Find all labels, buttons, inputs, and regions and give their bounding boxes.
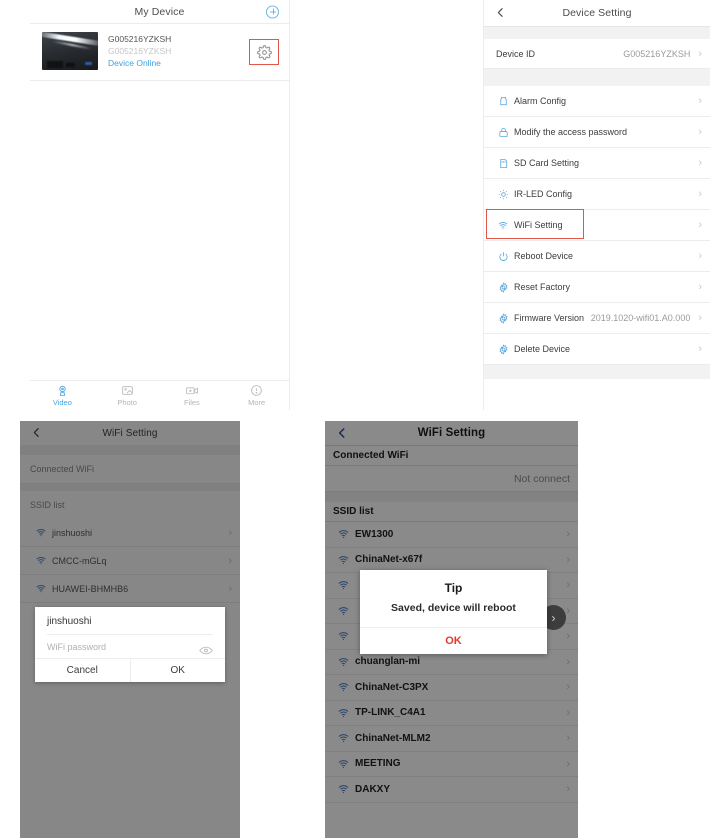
tab-more-label: More [248, 398, 266, 407]
device-id: G005216YZKSH [108, 34, 172, 44]
wifi-password-dialog: jinshuoshi WiFi password Cancel OK [35, 607, 225, 682]
device-settings-button[interactable] [249, 39, 279, 65]
add-device-button[interactable] [266, 5, 279, 18]
panel2-navbar: Device Setting [484, 0, 710, 27]
dialog-title: Tip [444, 581, 463, 595]
row-label: WiFi Setting [514, 220, 563, 230]
chevron-right-icon: › [698, 47, 702, 60]
chevron-right-icon: › [698, 126, 702, 138]
row-label: Firmware Version [514, 313, 585, 323]
cancel-button[interactable]: Cancel [35, 659, 130, 682]
tab-video[interactable]: Video [30, 384, 95, 407]
chevron-right-icon: › [698, 281, 702, 293]
panel-wifi-setting-password: WiFi Setting Connected WiFi SSID list ji… [20, 421, 240, 838]
chevron-right-icon: › [698, 219, 702, 231]
row-device-id[interactable]: Device ID G005216YZKSH › [484, 39, 710, 69]
dialog-buttons: Cancel OK [35, 658, 225, 682]
page-title: My Device [134, 5, 185, 18]
dialog-title: jinshuoshi [47, 616, 92, 627]
tab-photo-label: Photo [117, 398, 137, 407]
gear-icon [492, 343, 514, 355]
device-card[interactable]: G005216YZKSH G005216YZKSH Device Online [30, 24, 289, 81]
chevron-right-icon: › [698, 188, 702, 200]
camera-icon [59, 385, 66, 396]
row-label: Alarm Config [514, 96, 567, 106]
row-reboot-device[interactable]: Reboot Device › [484, 241, 710, 272]
back-button[interactable] [494, 6, 508, 20]
row-reset-factory[interactable]: Reset Factory › [484, 272, 710, 303]
led-light-icon [492, 189, 514, 200]
device-id-value: G005216YZKSH [623, 48, 691, 59]
device-thumbnail [42, 32, 98, 70]
row-alarm-config[interactable]: Alarm Config › [484, 86, 710, 117]
section-gap [484, 365, 710, 379]
tab-more[interactable]: More [224, 384, 289, 407]
device-id-secondary: G005216YZKSH [108, 46, 172, 56]
screenshot-canvas: My Device G005216YZKSH G005216YZKSH Devi… [0, 0, 710, 838]
tab-video-label: Video [52, 398, 72, 407]
chevron-right-icon: › [698, 250, 702, 262]
dialog-message: Saved, device will reboot [391, 602, 516, 614]
device-status: Device Online [108, 58, 161, 68]
alarm-bell-icon [492, 96, 514, 107]
row-label: Delete Device [514, 344, 571, 354]
row-modify-access-password[interactable]: Modify the access password › [484, 117, 710, 148]
eye-icon[interactable] [199, 642, 213, 655]
gear-icon [256, 44, 272, 60]
device-id-label: Device ID [496, 48, 536, 59]
row-label: SD Card Setting [514, 158, 580, 168]
firmware-version-value: 2019.1020-wifi01.A0.000 [590, 313, 691, 323]
panel-wifi-setting-saved: WiFi Setting Connected WiFi Not connect … [325, 421, 578, 838]
tab-files-label: Files [183, 398, 200, 407]
row-firmware-version[interactable]: Firmware Version 2019.1020-wifi01.A0.000… [484, 303, 710, 334]
wifi-password-input[interactable]: WiFi password [47, 634, 213, 658]
ok-button[interactable]: OK [129, 659, 226, 682]
chevron-left-icon [497, 8, 503, 17]
info-icon [251, 385, 262, 396]
gear-icon [492, 281, 514, 293]
row-delete-device[interactable]: Delete Device › [484, 334, 710, 365]
row-ir-led-config[interactable]: IR-LED Config › [484, 179, 710, 210]
ok-button[interactable]: OK [360, 627, 547, 654]
row-wifi-setting[interactable]: WiFi Setting › [484, 209, 710, 241]
tab-photo[interactable]: Photo [95, 384, 160, 407]
chevron-right-icon: › [698, 343, 702, 355]
panel1-navbar: My Device [30, 0, 289, 24]
wifi-icon [492, 220, 514, 231]
section-gap [484, 69, 710, 86]
row-sd-card-setting[interactable]: SD Card Setting › [484, 148, 710, 179]
lock-icon [492, 127, 514, 138]
device-info: G005216YZKSH G005216YZKSH Device Online [108, 34, 171, 68]
row-label: Modify the access password [514, 127, 628, 137]
row-label: IR-LED Config [514, 189, 573, 199]
power-icon [492, 251, 514, 262]
gear-icon [492, 312, 514, 324]
panel-my-device: My Device G005216YZKSH G005216YZKSH Devi… [30, 0, 290, 410]
tab-files[interactable]: Files [160, 384, 225, 407]
page-title: Device Setting [562, 7, 632, 19]
password-placeholder: WiFi password [47, 641, 107, 652]
plus-circle-icon [266, 5, 279, 18]
chevron-right-icon: › [698, 157, 702, 169]
row-label: Reboot Device [514, 251, 574, 261]
chevron-right-icon: › [698, 312, 702, 324]
panel-device-setting: Device Setting Device ID G005216YZKSH › … [483, 0, 710, 410]
video-file-icon [186, 387, 198, 395]
chevron-right-icon: › [698, 95, 702, 107]
bottom-tab-bar: Video Photo Files More [30, 380, 289, 410]
tip-dialog: Tip Saved, device will reboot OK [360, 570, 547, 654]
image-icon [121, 386, 133, 395]
sd-card-icon [492, 158, 514, 169]
row-label: Reset Factory [514, 282, 571, 292]
section-gap [484, 27, 710, 39]
